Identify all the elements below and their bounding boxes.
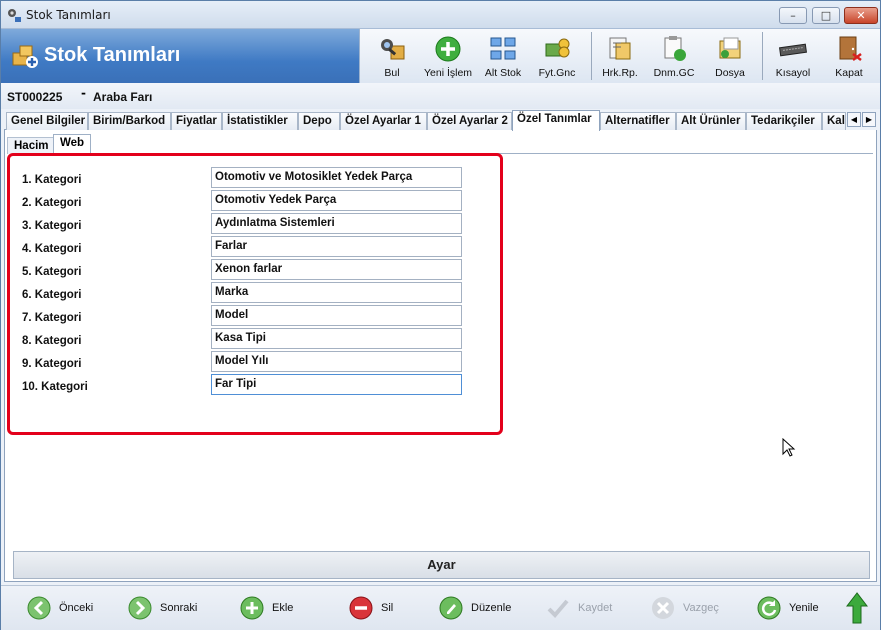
ekle-button[interactable]: Ekle [240,596,293,620]
category-8-input[interactable]: Kasa Tipi [211,328,462,349]
toolbar-hrk-rp-button[interactable]: Hrk.Rp. [598,32,642,80]
tab-tedarikciler[interactable]: Tedarikçiler [746,112,822,130]
toolbar-kapat-button[interactable]: Kapat [826,32,872,80]
category-1-input[interactable]: Otomotiv ve Motosiklet Yedek Parça [211,167,462,188]
record-code: ST000225 [7,90,63,104]
subtab-hacim[interactable]: Hacim [7,137,56,154]
page-title: Stok Tanımları [44,44,181,66]
category-7-label: 7. Kategori [22,312,82,324]
toolbar-separator [762,32,763,80]
cancel-icon [652,597,674,619]
tab-istatistikler[interactable]: İstatistikler [222,112,298,130]
tab-kalite[interactable]: Kali [822,112,846,130]
edit-icon [439,596,463,620]
category-10-input[interactable]: Far Tipi [211,374,462,395]
sonraki-button[interactable]: Sonraki [128,596,197,620]
record-name: Araba Farı [93,90,153,104]
vazgec-button[interactable]: Vazgeç [651,596,719,620]
category-3-input[interactable]: Aydınlatma Sistemleri [211,213,462,234]
tab-birim-barkod[interactable]: Birim/Barkod [88,112,171,130]
category-5-label: 5. Kategori [22,266,82,278]
category-4-label: 4. Kategori [22,243,82,255]
search-binoculars-icon [381,39,405,60]
app-icon [8,9,21,22]
toolbar-dnm-gc-button[interactable]: Dnm.GC [652,32,696,80]
tab-ozel-ayarlar-2[interactable]: Özel Ayarlar 2 [427,112,512,130]
onceki-button[interactable]: Önceki [27,596,93,620]
tab-fiyatlar[interactable]: Fiyatlar [171,112,222,130]
title-bar: Stok Tanımları – □ ✕ [1,1,880,29]
scroll-top-button[interactable] [846,592,876,624]
category-2-label: 2. Kategori [22,197,82,209]
minimize-icon: – [790,9,796,22]
up-arrow-icon [846,592,868,624]
mouse-cursor-icon [782,438,796,457]
category-10-label: 10. Kategori [22,381,88,393]
maximize-button[interactable]: □ [812,7,840,24]
toolbar-kisayol-button[interactable]: Kısayol [770,32,816,80]
add-icon [240,596,264,620]
movement-report-icon [609,37,631,60]
file-icon [719,37,741,59]
category-5-input[interactable]: Xenon farlar [211,259,462,280]
forward-arrow-icon [128,596,152,620]
window-title: Stok Tanımları [26,8,111,22]
category-6-input[interactable]: Marka [211,282,462,303]
delete-icon [349,596,373,620]
tab-depo[interactable]: Depo [298,112,340,130]
category-7-input[interactable]: Model [211,305,462,326]
add-icon [435,36,461,62]
yenile-button[interactable]: Yenile [757,596,819,620]
tab-alt-urunler[interactable]: Alt Ürünler [676,112,746,130]
tab-genel-bilgiler[interactable]: Genel Bilgiler [6,112,88,130]
tab-scroll-right-button[interactable]: ▶ [862,112,876,127]
category-4-input[interactable]: Farlar [211,236,462,257]
back-arrow-icon [27,596,51,620]
period-icon [664,36,686,61]
app-window: Stok Tanımları – □ ✕ Stok Tanımları Bul … [0,0,881,630]
tab-strip: Genel Bilgiler Birim/Barkod Fiyatlar İst… [4,110,846,131]
toolbar-fyt-gnc-button[interactable]: Fyt.Gnc [534,32,580,80]
category-3-label: 3. Kategori [22,220,82,232]
sub-stock-icon [490,37,516,60]
kaydet-button[interactable]: Kaydet [546,596,612,620]
subtab-strip: Hacim Web [7,132,873,154]
close-icon: ✕ [856,9,866,22]
sil-button[interactable]: Sil [349,596,393,620]
stock-boxes-icon [12,45,38,68]
duzenle-button[interactable]: Düzenle [439,596,511,620]
tab-ozel-tanimlar[interactable]: Özel Tanımlar [512,110,600,131]
category-1-label: 1. Kategori [22,174,82,186]
toolbar-yeni-islem-button[interactable]: Yeni İşlem [422,32,474,80]
ayar-button[interactable]: Ayar [13,551,870,579]
category-9-input[interactable]: Model Yılı [211,351,462,372]
toolbar-alt-stok-button[interactable]: Alt Stok [480,32,526,80]
toolbar-separator [591,32,592,80]
maximize-icon: □ [820,9,832,22]
minimize-button[interactable]: – [779,7,807,24]
tab-ozel-ayarlar-1[interactable]: Özel Ayarlar 1 [340,112,427,130]
bottom-action-bar: Önceki Sonraki Ekle Sil Düzenle Kaydet V… [1,585,880,630]
subtab-web[interactable]: Web [53,134,92,154]
record-separator: - [81,86,86,100]
category-6-label: 6. Kategori [22,289,82,301]
category-8-label: 8. Kategori [22,335,82,347]
price-update-icon [545,38,570,58]
category-2-input[interactable]: Otomotiv Yedek Parça [211,190,462,211]
keyboard-icon [779,43,807,57]
category-9-label: 9. Kategori [22,358,82,370]
record-bar: ST000225 - Araba Farı [1,83,880,109]
refresh-icon [757,596,781,620]
toolbar-bul-button[interactable]: Bul [372,32,412,80]
tab-scroll-left-button[interactable]: ◀ [847,112,861,127]
tab-alternatifler[interactable]: Alternatifler [600,112,676,130]
save-check-icon [547,599,569,618]
close-button[interactable]: ✕ [844,7,878,24]
main-toolbar: Bul Yeni İşlem Alt Stok Fyt.Gnc Hrk.Rp. … [359,29,880,83]
toolbar-dosya-button[interactable]: Dosya [708,32,752,80]
exit-door-icon [839,36,862,61]
